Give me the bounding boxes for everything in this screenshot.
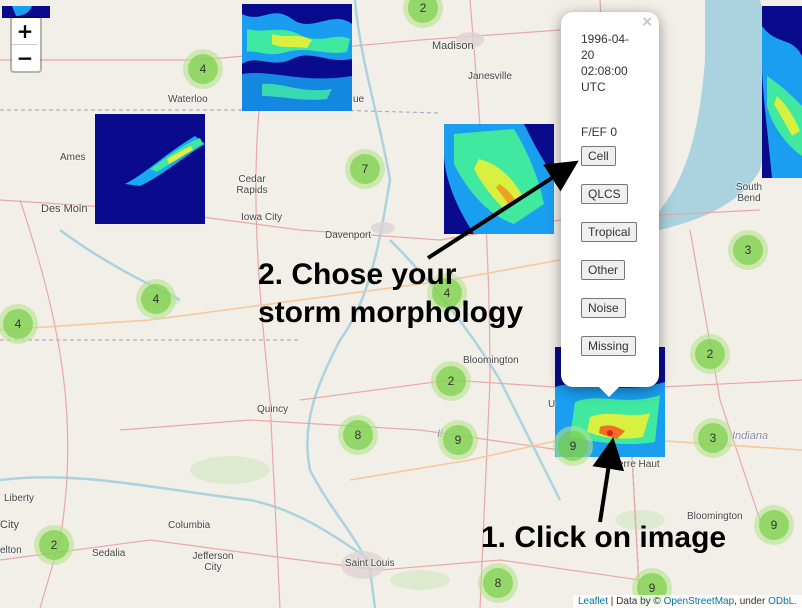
place-label-madison: Madison — [432, 40, 474, 52]
popup-timestamp: 1996-04-20 02:08:00 UTC — [581, 32, 630, 94]
place-label-waterloo: Waterloo — [168, 94, 208, 105]
zoom-in-button[interactable]: + — [12, 18, 38, 45]
cluster-count: 9 — [558, 431, 588, 461]
radar-image-3[interactable] — [444, 124, 554, 234]
marker-cluster[interactable]: 3 — [728, 230, 768, 270]
morphology-button-tropical[interactable]: Tropical — [581, 222, 638, 242]
place-label-cedar-rapids: Cedar Rapids — [236, 174, 268, 196]
cluster-count: 4 — [141, 284, 171, 314]
place-label-des-moines: Des Moin — [41, 203, 88, 215]
place-label-iowa-city: Iowa City — [241, 212, 283, 223]
cluster-count: 8 — [483, 568, 513, 598]
marker-cluster[interactable]: 4 — [183, 49, 223, 89]
place-label-janesville: Janesville — [468, 71, 512, 82]
place-label-bloomington-il: Bloomington — [463, 355, 519, 366]
place-label-south-bend: South Bend — [735, 182, 763, 204]
zoom-control: + − — [10, 16, 42, 73]
place-label-quincy: Quincy — [257, 404, 289, 415]
place-label-sedalia: Sedalia — [92, 548, 126, 559]
marker-cluster[interactable]: 8 — [338, 415, 378, 455]
cluster-count: 3 — [733, 235, 763, 265]
marker-cluster[interactable]: 9 — [754, 505, 794, 545]
marker-cluster[interactable]: 2 — [34, 525, 74, 565]
cluster-count: 3 — [698, 423, 728, 453]
cluster-count: 9 — [759, 510, 789, 540]
place-label-liberty: Liberty — [4, 493, 35, 504]
attribution-under: , under — [734, 596, 769, 607]
morphology-button-other[interactable]: Other — [581, 260, 626, 280]
marker-cluster[interactable]: 2 — [690, 334, 730, 374]
openstreetmap-link[interactable]: OpenStreetMap — [664, 596, 735, 607]
marker-cluster[interactable]: 3 — [693, 418, 733, 458]
marker-cluster[interactable]: 7 — [345, 149, 385, 189]
place-label-ue: ue — [353, 94, 365, 105]
annotation-step-1: 1. Click on image — [481, 521, 727, 554]
attribution-separator: | Data by © — [608, 596, 664, 607]
cluster-count: 2 — [408, 0, 438, 23]
marker-cluster[interactable]: 9 — [553, 426, 593, 466]
cluster-count: 9 — [443, 425, 473, 455]
marker-cluster[interactable]: 8 — [478, 563, 518, 603]
marker-cluster[interactable]: 9 — [438, 420, 478, 460]
place-label-u: U — [548, 399, 556, 410]
annotation-step-2-line-2: storm morphology — [258, 296, 524, 329]
odbl-link[interactable]: ODbL. — [768, 596, 797, 607]
annotation-step-2: 2. Chose your storm morphology — [258, 256, 523, 332]
morphology-button-noise[interactable]: Noise — [581, 298, 626, 318]
place-label-city: City — [0, 519, 19, 531]
place-label-ames: Ames — [60, 152, 86, 163]
cluster-count: 4 — [188, 54, 218, 84]
place-label-elton: elton — [0, 545, 22, 556]
map-attribution: Leaflet | Data by © OpenStreetMap, under… — [572, 595, 802, 608]
cluster-count: 8 — [343, 420, 373, 450]
morphology-button-missing[interactable]: Missing — [581, 336, 636, 356]
radar-image-4[interactable] — [762, 6, 802, 178]
zoom-out-button[interactable]: − — [12, 45, 38, 71]
cluster-count: 4 — [3, 309, 33, 339]
popup-close-button[interactable]: × — [641, 14, 653, 30]
morphology-button-qlcs[interactable]: QLCS — [581, 184, 628, 204]
place-label-columbia: Columbia — [168, 520, 211, 531]
popup-ef-rating: F/EF 0 — [581, 125, 618, 139]
map[interactable]: Madison Janesville Waterloo ue Ames Ceda… — [0, 0, 802, 608]
place-label-davenport: Davenport — [325, 230, 372, 241]
cluster-count: 2 — [436, 366, 466, 396]
storm-popup: × 1996-04-20 02:08:00 UTC F/EF 0 Cell QL… — [561, 12, 659, 397]
morphology-button-cell[interactable]: Cell — [581, 146, 616, 166]
annotation-step-2-line-1: 2. Chose your — [258, 258, 457, 291]
radar-image-1[interactable] — [242, 4, 352, 111]
cluster-count: 2 — [695, 339, 725, 369]
place-label-terre-haute: Terre Haut — [613, 459, 660, 470]
cluster-count: 2 — [39, 530, 69, 560]
radar-image-2[interactable] — [95, 114, 205, 224]
place-label-jefferson-city: Jefferson City — [192, 551, 234, 573]
leaflet-link[interactable]: Leaflet — [578, 596, 608, 607]
popup-tip — [599, 387, 619, 397]
place-label-saint-louis: Saint Louis — [345, 558, 395, 569]
state-label-indiana: Indiana — [732, 430, 769, 442]
cluster-count: 7 — [350, 154, 380, 184]
marker-cluster[interactable]: 4 — [136, 279, 176, 319]
marker-cluster[interactable]: 2 — [431, 361, 471, 401]
